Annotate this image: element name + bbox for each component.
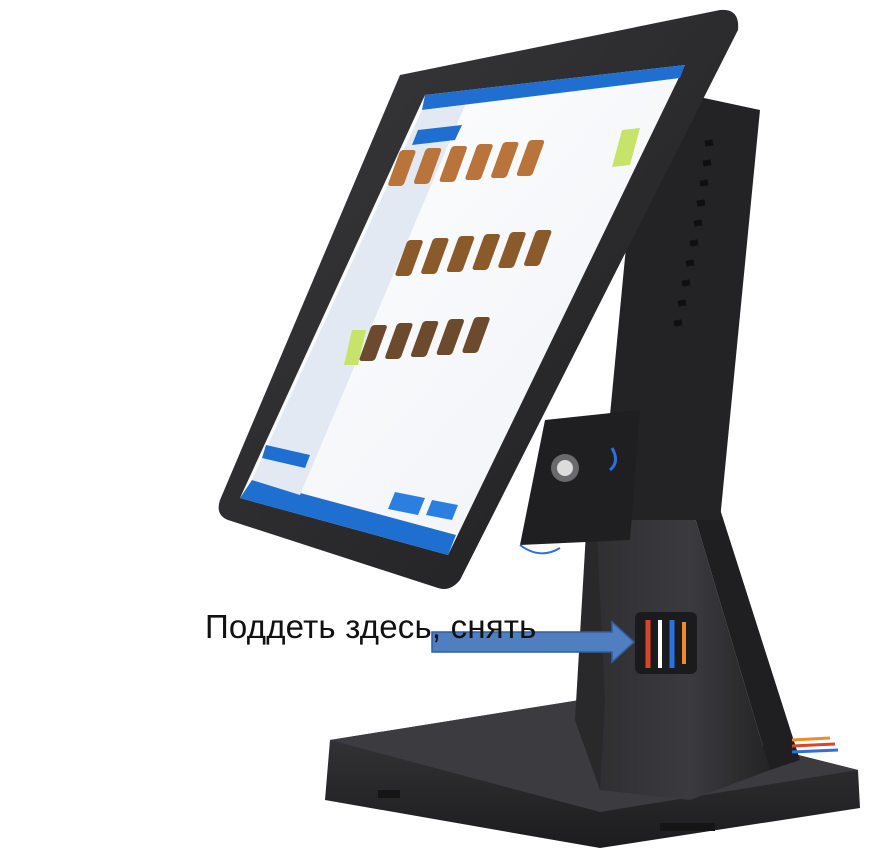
- rear-cables: [791, 736, 839, 754]
- pos-terminal-photo: [218, 9, 860, 848]
- cable-port: [635, 612, 697, 674]
- hinge: [519, 410, 640, 555]
- instruction-caption: Поддеть здесь, снять: [205, 608, 537, 645]
